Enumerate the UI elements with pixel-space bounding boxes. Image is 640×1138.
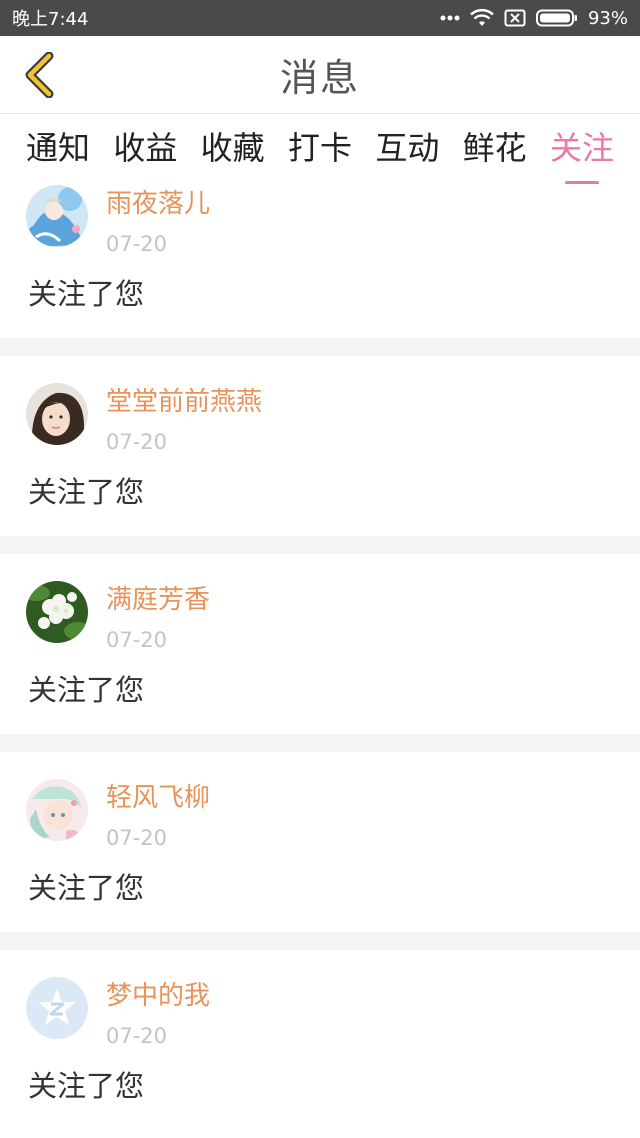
chevron-left-icon [25,52,54,98]
user-name[interactable]: 梦中的我 [106,979,210,1013]
message-date: 07-20 [106,628,168,652]
avatar[interactable] [26,383,88,445]
tab-notifications[interactable]: 通知 [26,126,90,180]
user-name[interactable]: 轻风飞柳 [106,781,210,815]
signal-dots-icon [440,15,460,21]
wifi-icon [470,9,494,26]
list-item[interactable]: 雨夜落儿 07-20 关注了您 [0,184,640,338]
user-name[interactable]: 满庭芳香 [106,583,210,617]
default-star-avatar-icon [26,977,88,1039]
avatar[interactable] [26,185,88,247]
status-icons: 93% [440,8,628,29]
avatar[interactable] [26,779,88,841]
tab-interactions[interactable]: 互动 [375,126,439,180]
list-item[interactable]: 满庭芳香 07-20 关注了您 [0,554,640,734]
status-bar: 晚上7:44 93% [0,0,640,36]
message-date: 07-20 [106,232,168,256]
back-button[interactable] [16,52,62,98]
user-name[interactable]: 雨夜落儿 [106,187,210,221]
tab-checkin[interactable]: 打卡 [288,126,352,180]
white-flowers-avatar-icon [26,581,88,643]
battery-icon [535,9,577,27]
tab-flowers[interactable]: 鲜花 [463,126,527,180]
message-text: 关注了您 [28,277,145,311]
page-title: 消息 [279,56,360,100]
user-name[interactable]: 堂堂前前燕燕 [106,385,262,419]
tab-bar: 通知 收益 收藏 打卡 互动 鲜花 关注 [0,114,640,184]
message-date: 07-20 [106,1024,168,1048]
avatar[interactable] [26,581,88,643]
message-text: 关注了您 [28,475,145,509]
avatar[interactable] [26,977,88,1039]
message-text: 关注了您 [28,673,145,707]
tab-follows[interactable]: 关注 [550,126,614,180]
list-item[interactable]: 堂堂前前燕燕 07-20 关注了您 [0,356,640,536]
tab-earnings[interactable]: 收益 [113,126,177,180]
tab-favorites[interactable]: 收藏 [201,126,265,180]
list-item[interactable]: 梦中的我 07-20 关注了您 [0,950,640,1130]
status-time: 晚上7:44 [12,9,89,30]
nav-bar: 消息 [0,36,640,114]
woman-photo-avatar-icon [26,383,88,445]
message-list: 雨夜落儿 07-20 关注了您 堂堂前前燕燕 07-20 关注了您 满庭芳香 0… [0,184,640,1130]
anime-girl-pastel-avatar-icon [26,779,88,841]
anime-girl-blue-avatar-icon [26,185,88,247]
message-date: 07-20 [106,826,168,850]
battery-percent: 93% [587,7,628,29]
message-text: 关注了您 [28,871,145,905]
list-item[interactable]: 轻风飞柳 07-20 关注了您 [0,752,640,932]
message-date: 07-20 [106,430,168,454]
message-text: 关注了您 [28,1069,145,1103]
sim-card-icon [504,9,526,27]
